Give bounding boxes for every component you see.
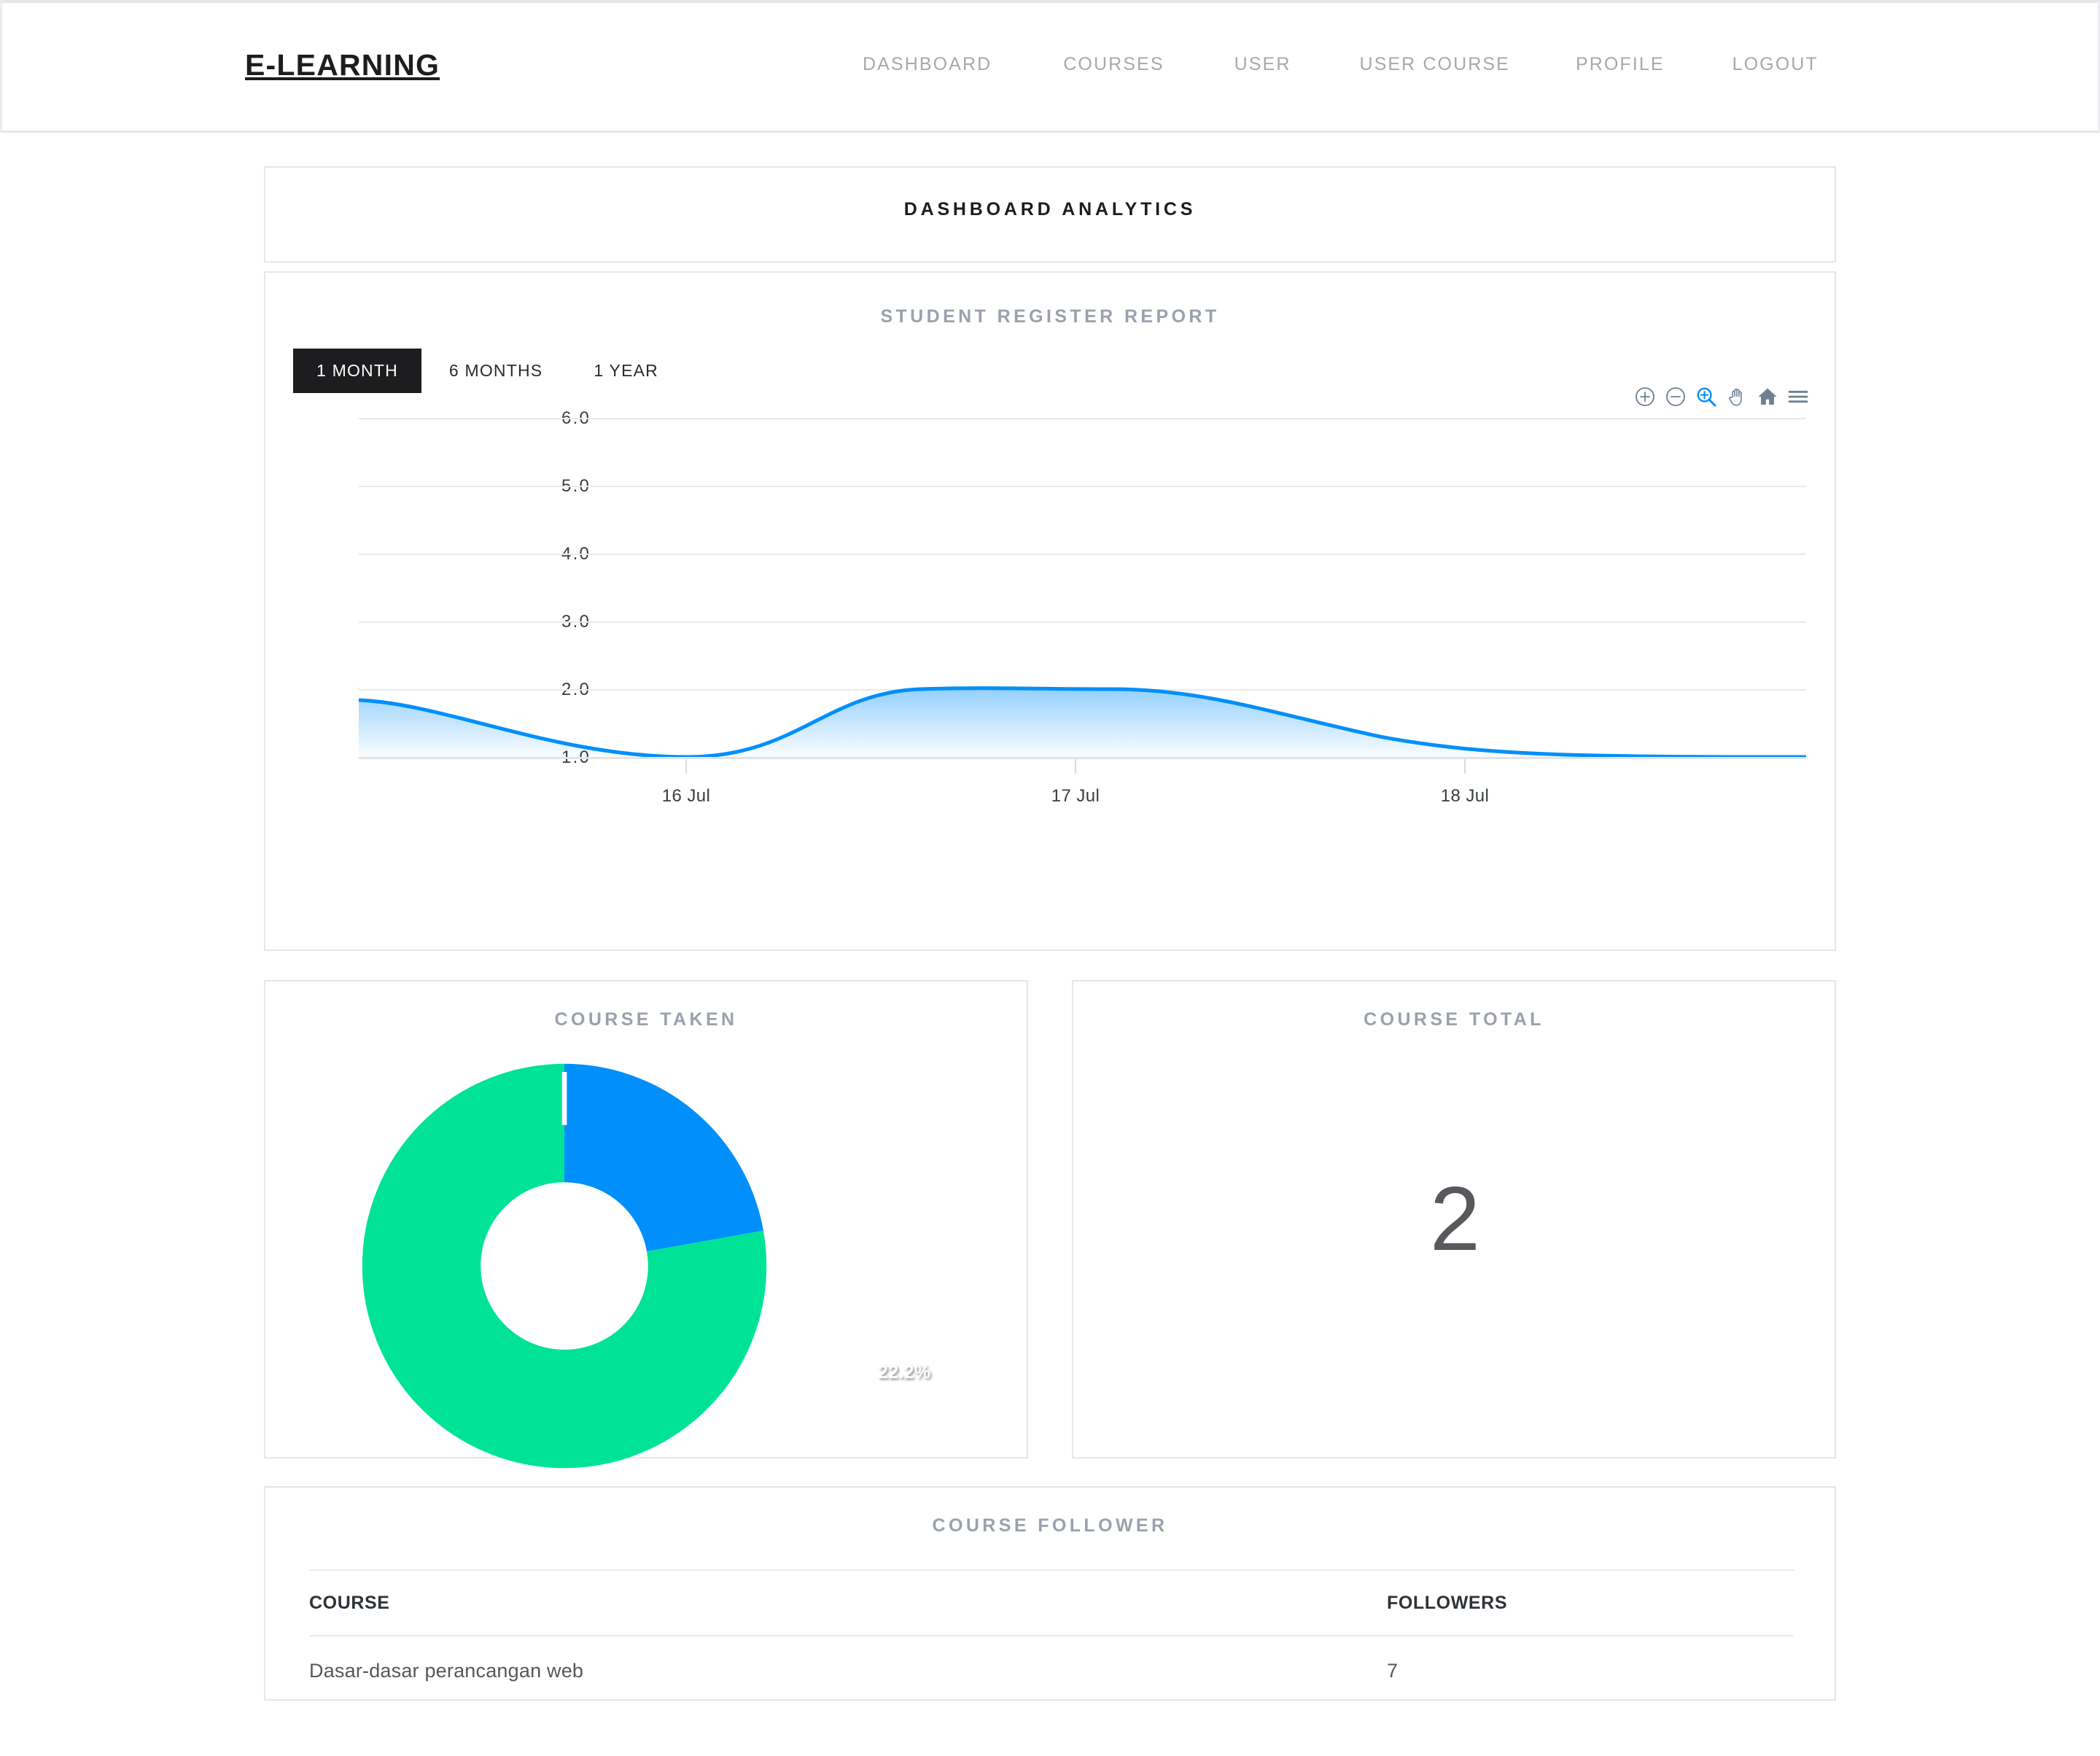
nav-item-user-course[interactable]: USER COURSE — [1359, 54, 1509, 75]
donut-label-course-total: 22.2% — [878, 1362, 930, 1383]
student-register-report-card: STUDENT REGISTER REPORT 1 MONTH 6 MONTHS… — [264, 271, 1836, 951]
top-navbar: E-LEARNING DASHBOARD COURSES USER USER C… — [0, 0, 2100, 133]
pan-icon[interactable] — [1725, 385, 1749, 408]
cell-followers: 7 — [1387, 1660, 1794, 1682]
course-taken-title: COURSE TAKEN — [265, 1009, 1027, 1030]
column-header-followers: FOLLOWERS — [1387, 1593, 1794, 1614]
nav-item-dashboard[interactable]: DASHBOARD — [863, 54, 992, 75]
x-tick-label: 17 Jul — [1051, 786, 1100, 807]
dashboard-analytics-banner: DASHBOARD ANALYTICS — [264, 166, 1836, 263]
course-taken-card: COURSE TAKEN 22.2% 77.8% Course Total Co… — [264, 980, 1028, 1458]
donut-svg — [360, 1062, 769, 1470]
chart-series-students — [359, 408, 1806, 773]
course-follower-card: COURSE FOLLOWER COURSE FOLLOWERS Dasar-d… — [264, 1486, 1836, 1701]
course-total-card: COURSE TOTAL 2 — [1072, 980, 1836, 1458]
course-total-title: COURSE TOTAL — [1073, 1009, 1835, 1030]
time-range-button-group: 1 MONTH 6 MONTHS 1 YEAR — [293, 349, 658, 393]
range-button-1-month[interactable]: 1 MONTH — [293, 349, 421, 393]
range-button-6-months[interactable]: 6 MONTHS — [449, 351, 542, 391]
student-register-report-title: STUDENT REGISTER REPORT — [265, 306, 1835, 327]
x-tick-mark — [1464, 759, 1466, 774]
course-follower-title: COURSE FOLLOWER — [265, 1515, 1835, 1536]
course-total-value: 2 — [1073, 1168, 1838, 1271]
zoom-out-icon[interactable] — [1664, 385, 1687, 408]
chart-x-axis-line — [359, 757, 1806, 759]
selection-zoom-icon[interactable] — [1695, 385, 1718, 408]
nav-item-courses[interactable]: COURSES — [1063, 54, 1164, 75]
range-button-1-year[interactable]: 1 YEAR — [594, 351, 658, 391]
x-tick-mark — [685, 759, 687, 774]
x-tick-label: 18 Jul — [1441, 786, 1489, 807]
cell-course: Dasar-dasar perancangan web — [309, 1660, 1387, 1682]
table-header-row: COURSE FOLLOWERS — [309, 1569, 1794, 1636]
nav-item-logout[interactable]: LOGOUT — [1732, 54, 1819, 75]
chart-toolbar — [1633, 385, 1810, 408]
zoom-in-icon[interactable] — [1633, 385, 1657, 408]
column-header-course: COURSE — [309, 1593, 1387, 1614]
nav-item-user[interactable]: USER — [1234, 54, 1291, 75]
home-icon[interactable] — [1756, 385, 1779, 408]
menu-icon[interactable] — [1786, 385, 1810, 408]
x-tick-mark — [1075, 759, 1076, 774]
brand-logo[interactable]: E-LEARNING — [245, 48, 440, 82]
chart-plot-area: 16 Jul 17 Jul 18 Jul — [359, 408, 1806, 802]
student-register-chart[interactable]: 6.0 5.0 4.0 3.0 2.0 1.0 — [265, 408, 1838, 802]
course-taken-donut-chart[interactable]: 22.2% 77.8% Course Total Course Taken — [265, 1047, 1030, 1448]
table-row[interactable]: Dasar-dasar perancangan web 7 — [309, 1636, 1794, 1705]
x-tick-label: 16 Jul — [662, 786, 710, 807]
main-navigation: DASHBOARD COURSES USER USER COURSE PROFI… — [863, 54, 1819, 75]
course-follower-table: COURSE FOLLOWERS Dasar-dasar perancangan… — [309, 1569, 1794, 1705]
nav-item-profile[interactable]: PROFILE — [1576, 54, 1665, 75]
page-title: DASHBOARD ANALYTICS — [265, 199, 1835, 220]
